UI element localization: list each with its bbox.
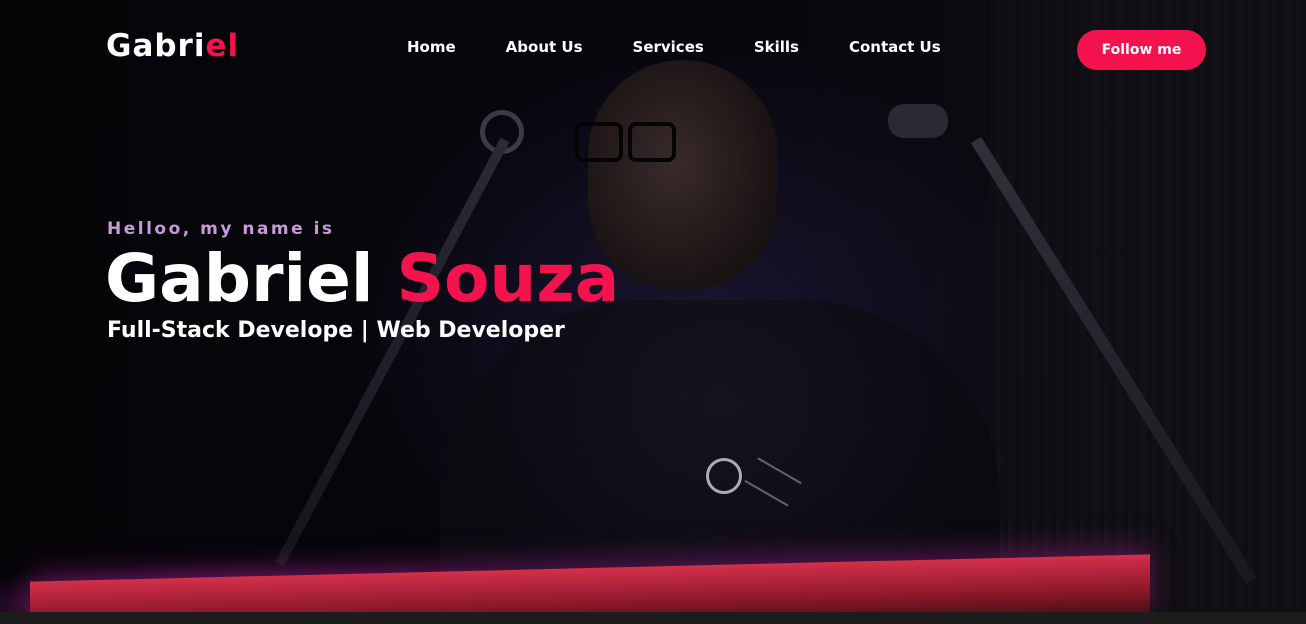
brand-name-accent: el <box>205 28 240 64</box>
hero-greeting: Helloo, my name is <box>107 219 335 239</box>
shirt-logo <box>706 458 742 494</box>
hero-name: Gabriel Souza <box>105 240 619 318</box>
microphone-right <box>888 104 948 138</box>
nav-link-skills[interactable]: Skills <box>754 38 799 56</box>
nav-link-services[interactable]: Services <box>633 38 704 56</box>
hero-role: Full-Stack Develope | Web Developer <box>107 318 565 343</box>
nav-link-home[interactable]: Home <box>407 38 456 56</box>
brand-logo[interactable]: Gabriel <box>106 28 239 64</box>
nav-links: Home About Us Services Skills Contact Us <box>407 38 941 56</box>
hero-section: Gabriel Home About Us Services Skills Co… <box>0 0 1306 612</box>
nav-link-contact-us[interactable]: Contact Us <box>849 38 941 56</box>
glasses-left-lens <box>575 122 623 162</box>
brand-name-main: Gabri <box>106 28 206 64</box>
hero-first-name: Gabriel <box>105 240 374 317</box>
nav-link-about-us[interactable]: About Us <box>506 38 583 56</box>
follow-me-button[interactable]: Follow me <box>1077 30 1206 70</box>
hero-last-name: Souza <box>396 240 620 317</box>
navbar: Gabriel Home About Us Services Skills Co… <box>0 0 1306 96</box>
glasses-right-lens <box>628 122 676 162</box>
page-bottom-strip <box>0 612 1306 624</box>
